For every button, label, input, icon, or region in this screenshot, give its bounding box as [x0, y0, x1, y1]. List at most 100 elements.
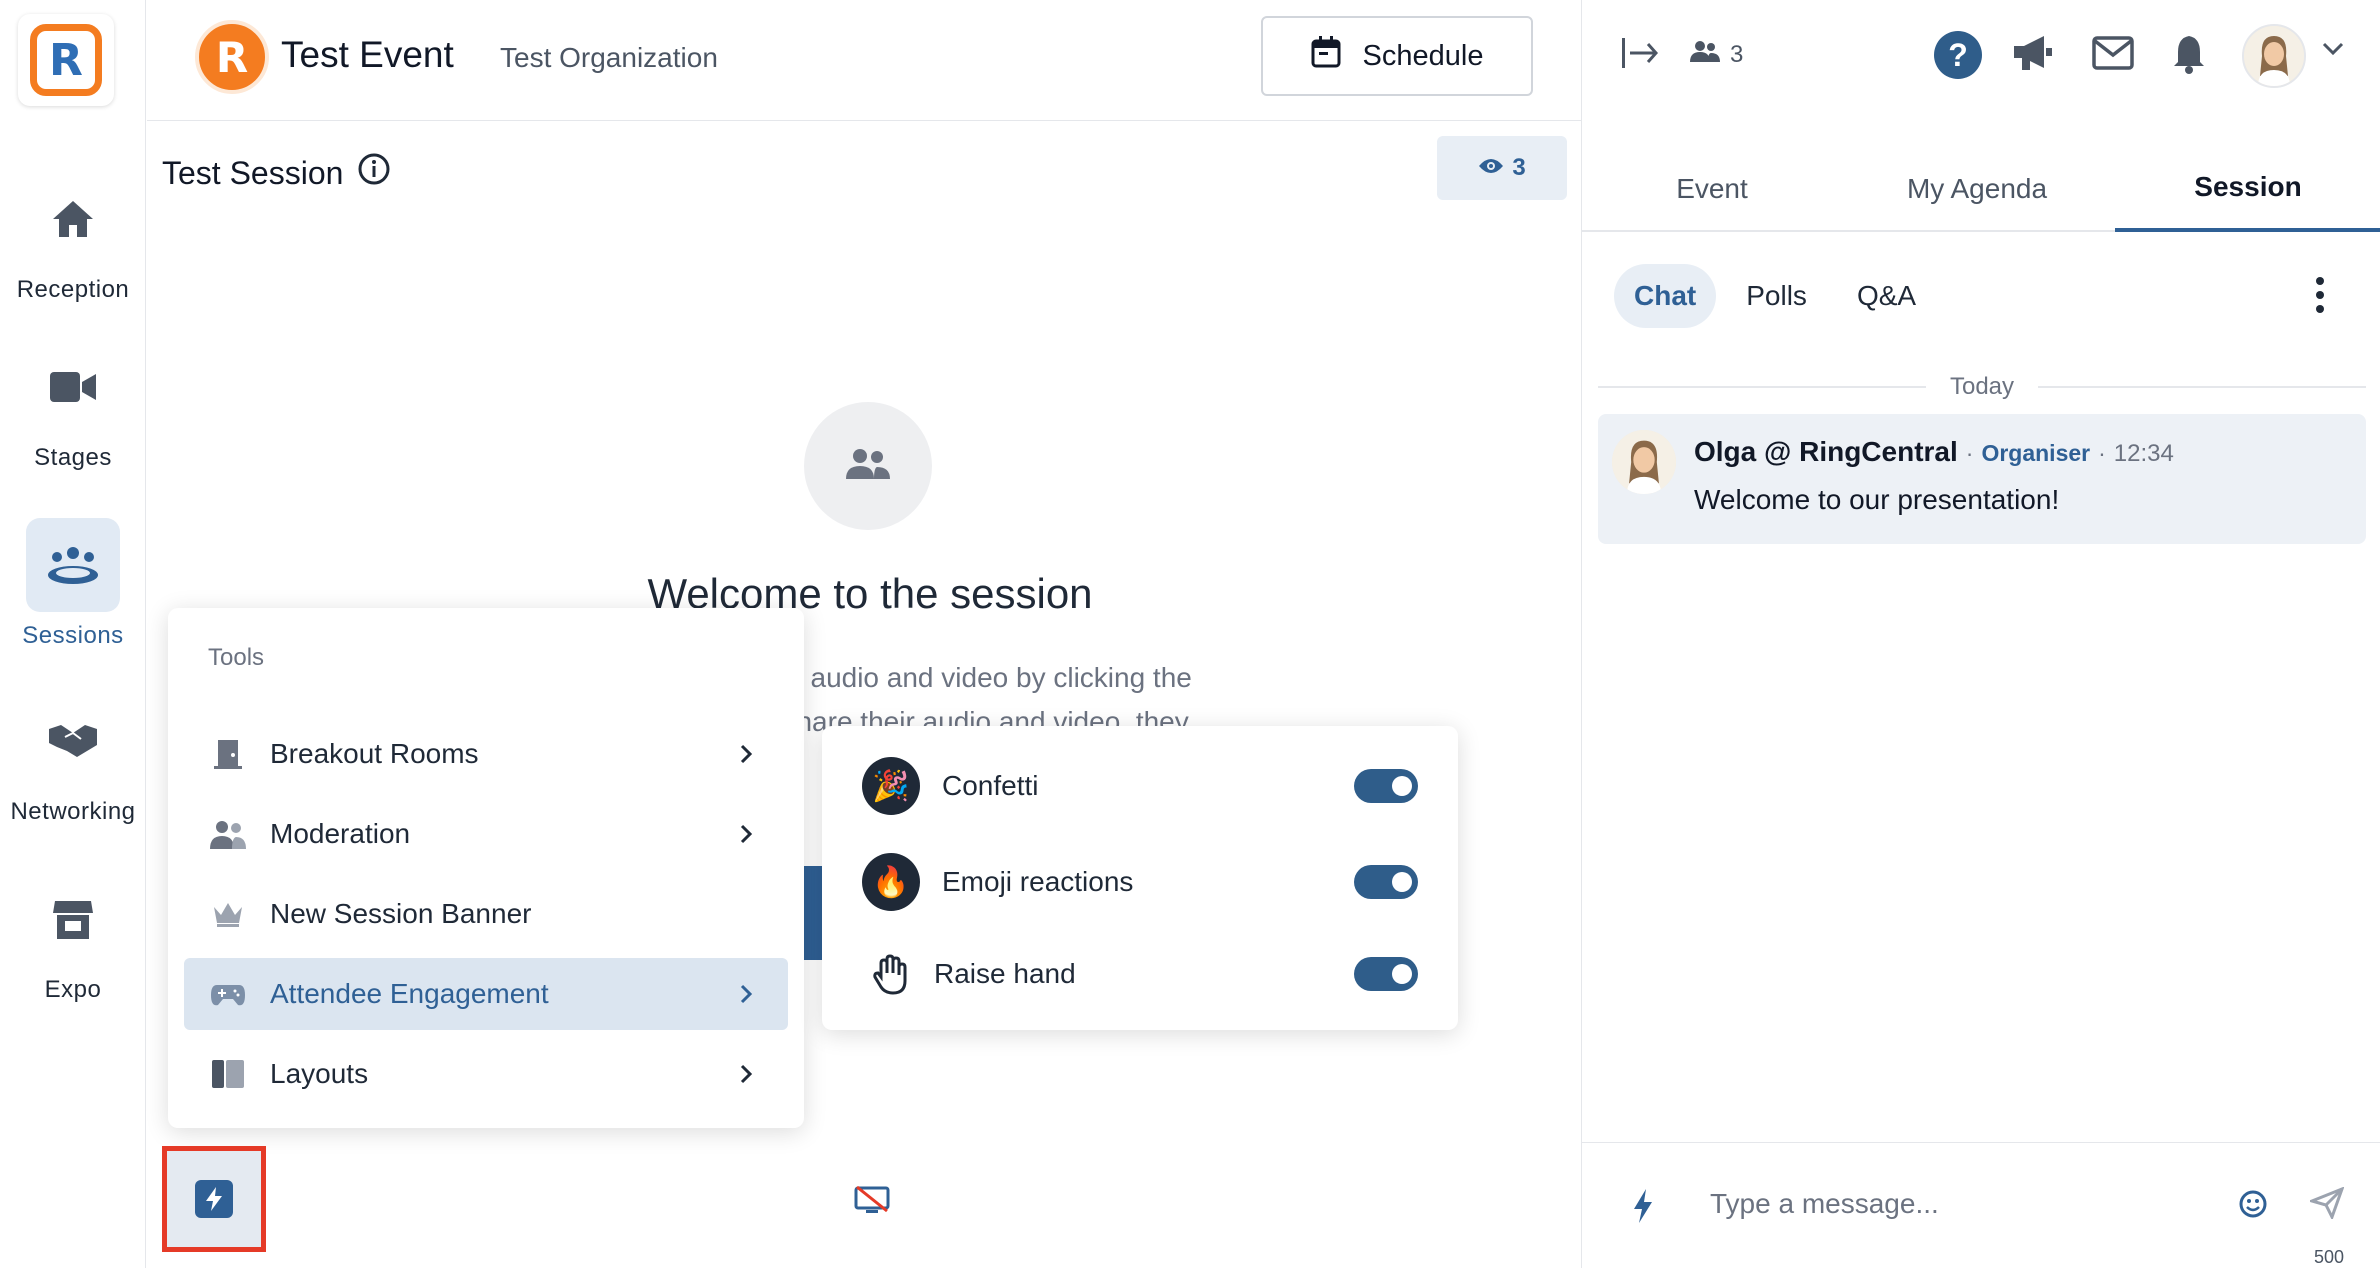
- engagement-item-confetti[interactable]: 🎉 Confetti: [822, 746, 1458, 826]
- schedule-button[interactable]: Schedule: [1261, 16, 1533, 96]
- more-options-icon[interactable]: [2314, 276, 2326, 319]
- left-nav: R Reception Stages Sessions Networking E…: [0, 0, 146, 1268]
- emoji-icon: 🔥: [862, 853, 920, 911]
- send-icon[interactable]: [2307, 1186, 2345, 1224]
- tool-item-new-session-banner[interactable]: New Session Banner: [184, 878, 788, 950]
- organization-name: Test Organization: [500, 42, 718, 73]
- raise-hand-toggle[interactable]: [1354, 957, 1418, 991]
- gamepad-icon: [210, 976, 246, 1012]
- nav-item-stages[interactable]: Stages: [0, 340, 146, 472]
- tab-my-agenda[interactable]: My Agenda: [1842, 146, 2112, 232]
- people-icon: [210, 816, 246, 852]
- megaphone-icon[interactable]: [2012, 34, 2054, 77]
- message-author-role: Organiser: [1981, 440, 2091, 466]
- message-composer: 500: [1582, 1142, 2380, 1268]
- right-panel: 3 ? Event My Agenda Session Chat Polls Q…: [1581, 0, 2380, 1268]
- message-input[interactable]: [1710, 1179, 2210, 1229]
- nav-label-stages: Stages: [34, 444, 112, 471]
- tools-button[interactable]: [162, 1146, 266, 1252]
- nav-item-expo[interactable]: Expo: [0, 872, 146, 1004]
- confetti-icon: 🎉: [862, 757, 920, 815]
- booth-icon: [26, 872, 120, 966]
- tab-event[interactable]: Event: [1612, 146, 1812, 232]
- tool-item-layouts[interactable]: Layouts: [184, 1038, 788, 1110]
- nav-item-reception[interactable]: Reception: [0, 172, 146, 304]
- emoji-picker-icon[interactable]: [2238, 1189, 2268, 1224]
- bell-icon[interactable]: [2172, 34, 2206, 79]
- event-title: Test Event: [281, 34, 454, 75]
- people-icon: [844, 447, 892, 486]
- character-limit: 500: [2314, 1247, 2345, 1267]
- session-title-text: Test Session: [162, 154, 344, 191]
- user-avatar[interactable]: [2242, 24, 2306, 88]
- engagement-item-emoji-reactions[interactable]: 🔥 Emoji reactions: [822, 842, 1458, 922]
- home-icon: [26, 172, 120, 266]
- help-button[interactable]: ?: [1934, 31, 1982, 79]
- tool-label-new-session-banner: New Session Banner: [270, 898, 532, 929]
- info-icon[interactable]: [357, 152, 391, 194]
- people-icon: [1690, 40, 1720, 69]
- layout-icon: [210, 1056, 246, 1092]
- tool-item-breakout-rooms[interactable]: Breakout Rooms: [184, 718, 788, 790]
- message-separator: ·: [2098, 440, 2106, 466]
- tool-label-breakout-rooms: Breakout Rooms: [270, 738, 479, 769]
- nav-label-sessions: Sessions: [22, 622, 124, 649]
- session-subtabs: Chat Polls Q&A: [1614, 264, 1936, 328]
- collapse-panel-icon[interactable]: [1620, 36, 1660, 75]
- subtab-chat[interactable]: Chat: [1614, 264, 1717, 328]
- calendar-icon: [1311, 36, 1341, 76]
- subtab-polls[interactable]: Polls: [1726, 264, 1827, 328]
- message-header: Olga @ RingCentral · Organiser · 12:34: [1694, 436, 2174, 468]
- chevron-right-icon: [734, 984, 758, 1004]
- attendee-counter[interactable]: 3: [1690, 40, 1743, 69]
- welcome-text-line-1: are your audio and video by clicking the: [700, 662, 1192, 693]
- nav-item-sessions[interactable]: Sessions: [0, 518, 146, 650]
- nav-item-networking[interactable]: Networking: [0, 694, 146, 826]
- emoji-reactions-toggle[interactable]: [1354, 865, 1418, 899]
- message-separator: ·: [1965, 440, 1974, 466]
- confetti-toggle[interactable]: [1354, 769, 1418, 803]
- tool-label-moderation: Moderation: [270, 818, 411, 849]
- tool-label-attendee-engagement: Attendee Engagement: [270, 978, 549, 1009]
- app-logo[interactable]: R: [18, 14, 114, 106]
- nav-label-networking: Networking: [10, 798, 136, 825]
- date-divider: Today: [1598, 372, 2367, 402]
- subtab-qa[interactable]: Q&A: [1837, 264, 1936, 328]
- chevron-right-icon: [734, 1064, 758, 1084]
- viewer-count-badge[interactable]: 3: [1437, 136, 1567, 200]
- message-text: Welcome to our presentation!: [1694, 484, 2060, 515]
- nav-label-expo: Expo: [44, 976, 102, 1003]
- message-author: Olga @ RingCentral: [1694, 436, 1958, 467]
- nav-label-reception: Reception: [16, 276, 130, 303]
- video-camera-icon: [26, 340, 120, 434]
- door-icon: [210, 736, 246, 772]
- crown-icon: [210, 896, 246, 932]
- bolt-icon: [195, 1180, 233, 1218]
- date-divider-label: Today: [1949, 373, 2015, 400]
- engagement-item-raise-hand[interactable]: Raise hand: [822, 934, 1458, 1014]
- tools-menu-header: Tools: [208, 644, 265, 671]
- session-title: Test Session: [162, 152, 391, 194]
- schedule-label: Schedule: [1362, 39, 1484, 72]
- join-button[interactable]: [804, 866, 824, 960]
- message-time: 12:34: [2113, 440, 2174, 467]
- engagement-label-raise-hand: Raise hand: [934, 958, 1076, 989]
- tab-session[interactable]: Session: [2115, 146, 2380, 232]
- event-avatar: R: [195, 20, 269, 94]
- engagement-label-confetti: Confetti: [942, 770, 1039, 801]
- top-header: R Test Event Test Organization Schedule: [147, 0, 1581, 121]
- message-author-avatar: [1612, 430, 1676, 494]
- group-icon: [26, 518, 120, 612]
- welcome-illustration: [804, 402, 932, 530]
- chat-message[interactable]: Olga @ RingCentral · Organiser · 12:34 W…: [1598, 414, 2366, 544]
- tool-item-moderation[interactable]: Moderation: [184, 798, 788, 870]
- eye-icon: [1478, 154, 1504, 182]
- screen-share-off-icon[interactable]: [854, 1185, 890, 1221]
- bolt-icon[interactable]: [1632, 1189, 1654, 1228]
- mail-icon[interactable]: [2092, 36, 2134, 75]
- tool-item-attendee-engagement[interactable]: Attendee Engagement: [184, 958, 788, 1030]
- chevron-down-icon[interactable]: [2322, 42, 2344, 61]
- panel-tabs: Event My Agenda Session: [1582, 146, 2380, 232]
- event-avatar-letter: R: [215, 32, 249, 82]
- attendee-engagement-menu: 🎉 Confetti 🔥 Emoji reactions Raise hand: [822, 726, 1458, 1030]
